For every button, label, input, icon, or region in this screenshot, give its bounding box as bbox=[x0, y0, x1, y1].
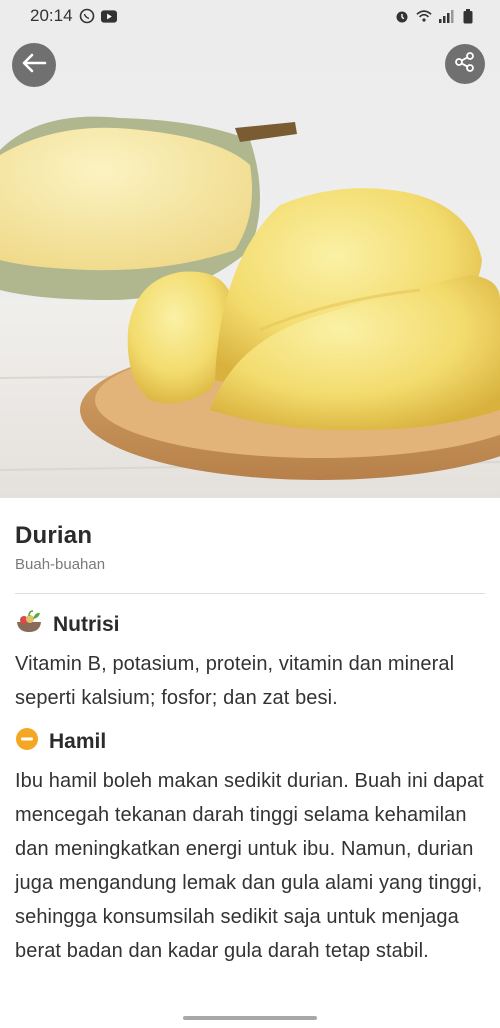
signal-icon bbox=[438, 8, 454, 24]
food-photo bbox=[0, 0, 500, 498]
battery-icon bbox=[460, 8, 476, 24]
food-category: Buah-buahan bbox=[15, 556, 106, 573]
back-button[interactable] bbox=[12, 43, 56, 87]
alarm-icon bbox=[394, 8, 410, 24]
salad-bowl-icon bbox=[15, 610, 43, 639]
navigation-handle[interactable] bbox=[183, 1016, 317, 1020]
status-bar: 20:14 bbox=[0, 0, 500, 32]
pregnancy-title: Hamil bbox=[49, 729, 107, 753]
pregnancy-text: Ibu hamil boleh makan sedikit durian. Bu… bbox=[15, 770, 484, 962]
food-detail: Durian Buah-buahan Nutrisi Vitamin B, po… bbox=[0, 498, 500, 1028]
wifi-icon bbox=[416, 8, 432, 24]
food-name: Durian bbox=[15, 522, 93, 549]
minus-circle-icon bbox=[15, 727, 39, 756]
divider bbox=[15, 593, 485, 594]
share-button[interactable] bbox=[445, 44, 485, 84]
share-icon bbox=[454, 51, 476, 78]
nutrition-text: Vitamin B, potasium, protein, vitamin da… bbox=[15, 653, 455, 709]
nutrition-title: Nutrisi bbox=[53, 612, 120, 636]
pregnancy-header: Hamil bbox=[15, 727, 485, 756]
nutrition-header: Nutrisi bbox=[15, 610, 485, 639]
whatsapp-icon bbox=[79, 8, 95, 24]
durian-illustration bbox=[0, 116, 500, 498]
youtube-icon bbox=[100, 8, 117, 24]
status-time: 20:14 bbox=[30, 6, 73, 25]
arrow-left-icon bbox=[21, 52, 47, 79]
